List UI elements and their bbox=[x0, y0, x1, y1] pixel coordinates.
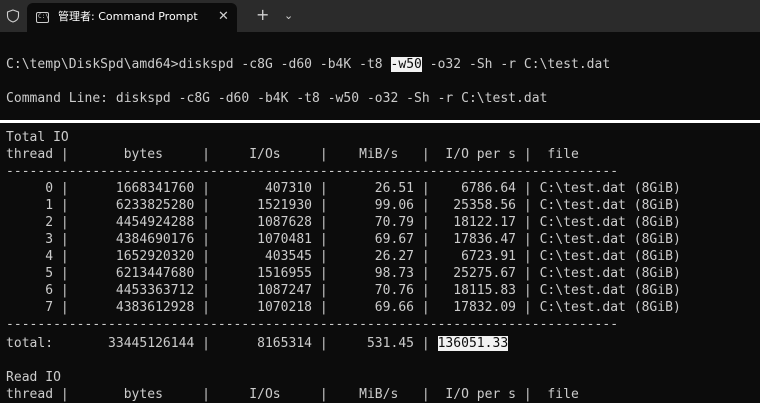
total-io-title: Total IO bbox=[6, 130, 69, 145]
command-prefix: C:\temp\DiskSpd\amd64>diskspd -c8G -d60 … bbox=[6, 57, 391, 72]
terminal-icon bbox=[36, 12, 49, 23]
total-iops-highlight: 136051.33 bbox=[437, 336, 509, 351]
shield-icon bbox=[6, 9, 20, 23]
command-highlight: -w50 bbox=[390, 57, 422, 72]
read-table-header: thread | bytes | I/Os | MiB/s | I/O per … bbox=[6, 387, 579, 402]
table-row: 0 | 1668341760 | 407310 | 26.51 | 6786.6… bbox=[6, 181, 681, 196]
command-input-line: C:\temp\DiskSpd\amd64>diskspd -c8G -d60 … bbox=[6, 56, 610, 73]
chevron-down-icon[interactable]: ⌄ bbox=[284, 8, 293, 24]
screen-divider bbox=[0, 120, 760, 123]
table-row: 7 | 4383612928 | 1070218 | 69.66 | 17832… bbox=[6, 300, 681, 315]
tab-title: 管理者: Command Prompt bbox=[58, 10, 198, 23]
table-row: 4 | 1652920320 | 403545 | 26.27 | 6723.9… bbox=[6, 249, 681, 264]
table-row: 2 | 4454924288 | 1087628 | 70.79 | 18122… bbox=[6, 215, 681, 230]
close-icon[interactable]: ✕ bbox=[218, 9, 229, 25]
tab-command-prompt[interactable]: 管理者: Command Prompt ✕ bbox=[27, 3, 237, 32]
command-suffix: -o32 -Sh -r C:\test.dat bbox=[421, 57, 611, 72]
command-line-echo: Command Line: diskspd -c8G -d60 -b4K -t8… bbox=[6, 91, 548, 106]
table-divider-bottom: ----------------------------------------… bbox=[6, 317, 619, 332]
table-header: thread | bytes | I/Os | MiB/s | I/O per … bbox=[6, 147, 579, 162]
total-prefix: total: 33445126144 | 8165314 | 531.45 | bbox=[6, 336, 438, 351]
new-tab-button[interactable]: + bbox=[256, 6, 269, 24]
title-bar: 管理者: Command Prompt ✕ + ⌄ bbox=[0, 0, 760, 32]
total-row: total: 33445126144 | 8165314 | 531.45 | … bbox=[6, 335, 509, 352]
read-io-title: Read IO bbox=[6, 370, 61, 385]
table-divider: ----------------------------------------… bbox=[6, 164, 619, 179]
table-row: 5 | 6213447680 | 1516955 | 98.73 | 25275… bbox=[6, 266, 681, 281]
table-row: 6 | 4453363712 | 1087247 | 70.76 | 18115… bbox=[6, 283, 681, 298]
table-row: 3 | 4384690176 | 1070481 | 69.67 | 17836… bbox=[6, 232, 681, 247]
table-row: 1 | 6233825280 | 1521930 | 99.06 | 25358… bbox=[6, 198, 681, 213]
